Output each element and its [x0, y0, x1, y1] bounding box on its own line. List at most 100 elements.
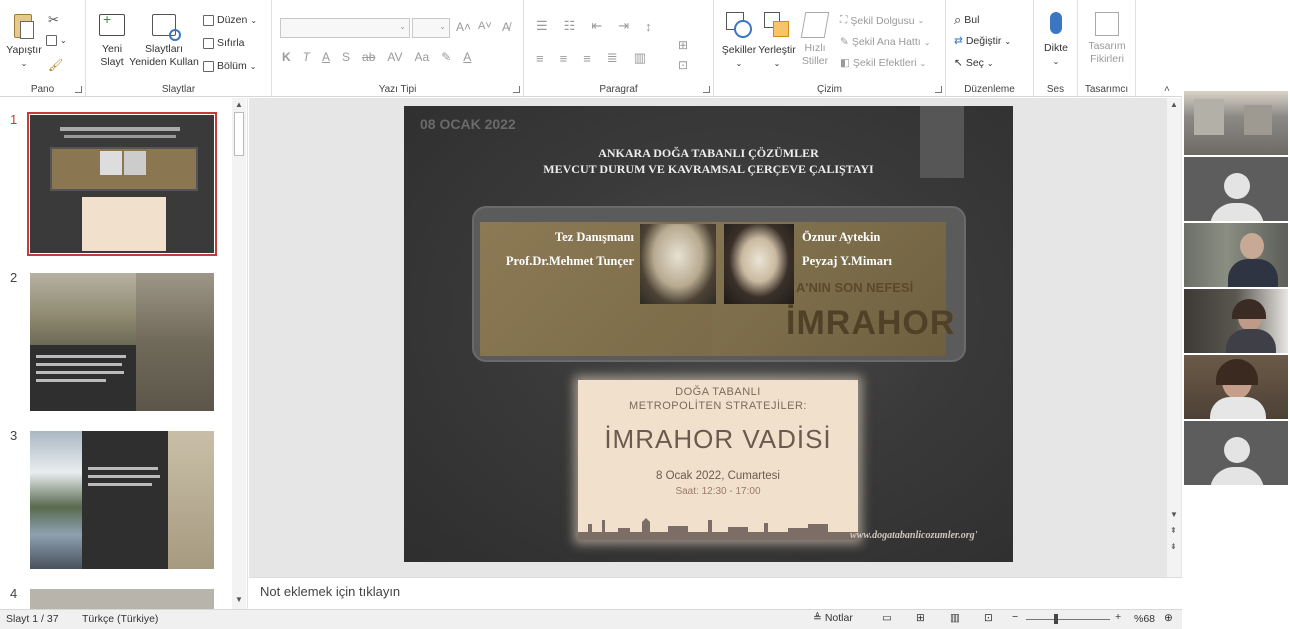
strikethrough-button[interactable]: ab — [362, 50, 375, 64]
status-bar: Slayt 1 / 37 Türkçe (Türkiye) ≜ Notlar ▭ … — [0, 609, 1182, 629]
scroll-up-icon[interactable]: ▲ — [235, 100, 243, 109]
zoom-in-icon[interactable]: + — [1115, 611, 1121, 623]
participant-tile[interactable] — [1184, 223, 1288, 287]
reset-button[interactable]: Sıfırla — [203, 37, 244, 49]
shrink-font-button[interactable]: A˅ — [478, 20, 492, 32]
font-name-dropdown[interactable]: ⌄ — [280, 18, 410, 38]
justify-icon[interactable]: ≣ — [607, 50, 618, 66]
font-color-icon[interactable]: A — [463, 50, 471, 64]
shape-outline-button[interactable]: ✎ Şekil Ana Hattı ⌄ — [840, 36, 930, 48]
italic-button[interactable]: T — [303, 50, 310, 64]
participant-tile[interactable] — [1184, 157, 1288, 221]
scroll-down-icon[interactable]: ▼ — [235, 595, 243, 604]
slide-sorter-icon[interactable]: ⊞ — [916, 612, 925, 624]
slideshow-icon[interactable]: ⊡ — [984, 612, 993, 624]
current-slide[interactable]: 08 OCAK 2022 ANKARA DOĞA TABANLI ÇÖZÜMLE… — [404, 106, 1013, 562]
design-ideas-label: Tasarım Fikirleri — [1088, 40, 1126, 65]
paste-label: Yapıştır — [6, 44, 42, 56]
select-button[interactable]: ↖ Seç ⌄ — [954, 57, 994, 69]
dictate-button[interactable]: Dikte ⌄ — [1036, 12, 1076, 68]
replace-button[interactable]: ⇄ Değiştir ⌄ — [954, 35, 1011, 47]
zoom-slider[interactable] — [1026, 614, 1110, 624]
group-pano: Yapıştır ⌄ ✂ ⌄ 🖌 Pano — [0, 0, 86, 97]
reset-label: Sıfırla — [217, 37, 245, 49]
notes-toggle[interactable]: ≜ Notlar — [813, 612, 853, 624]
increase-indent-icon[interactable]: ⇥ — [618, 18, 629, 34]
notes-placeholder[interactable]: Not eklemek için tıklayın — [260, 584, 400, 599]
scroll-down-icon[interactable]: ▼ — [1170, 510, 1178, 519]
arrange-button[interactable]: Yerleştir ⌄ — [758, 12, 796, 70]
smartart-icon[interactable]: ⊡ — [678, 58, 688, 72]
launcher-icon[interactable] — [75, 86, 82, 93]
find-button[interactable]: ⌕ Bul — [954, 12, 979, 28]
notes-pane[interactable]: Not eklemek için tıklayın — [249, 577, 1182, 609]
scroll-up-icon[interactable]: ▲ — [1170, 100, 1178, 109]
launcher-icon[interactable] — [513, 86, 520, 93]
layout-button[interactable]: Düzen ⌄ — [203, 14, 257, 26]
bold-button[interactable]: K — [282, 50, 291, 64]
group-label-paragraf: Paragraf — [599, 84, 638, 95]
launcher-icon[interactable] — [703, 86, 710, 93]
launcher-icon[interactable] — [935, 86, 942, 93]
participant-tile[interactable] — [1184, 289, 1288, 353]
format-painter-button[interactable]: 🖌 — [48, 58, 63, 72]
shape-effects-button[interactable]: ◧ Şekil Efektleri ⌄ — [840, 57, 926, 69]
group-ses: Dikte ⌄ Ses — [1034, 0, 1078, 97]
thumbnail-slide-1[interactable] — [30, 115, 214, 253]
language-indicator[interactable]: Türkçe (Türkiye) — [82, 613, 158, 625]
font-size-dropdown[interactable]: ⌄ — [412, 18, 450, 38]
line-spacing-icon[interactable]: ↕ — [645, 19, 652, 34]
reuse-slides-button[interactable]: Slaytları Yeniden Kullan — [128, 14, 200, 69]
thumbnail-slide-3[interactable] — [30, 431, 214, 569]
text-direction-icon[interactable]: ⊞ — [678, 38, 688, 52]
shadow-button[interactable]: S — [342, 50, 350, 64]
cut-button[interactable]: ✂ — [48, 12, 59, 28]
align-center-icon[interactable]: ≡ — [560, 51, 568, 66]
underline-button[interactable]: A — [322, 50, 330, 64]
group-yazi-tipi: ⌄ ⌄ A˄ A˅ A̸ K T A S ab AV Aa ✎ A Yazı T… — [272, 0, 524, 97]
thumbnail-slide-2[interactable] — [30, 273, 214, 411]
presenter-banner: Tez Danışmanı Prof.Dr.Mehmet Tunçer Öznu… — [472, 206, 966, 362]
canvas-scrollbar[interactable]: ▲ ▼ ⇞ ⇟ — [1167, 98, 1181, 577]
char-spacing-button[interactable]: AV — [387, 50, 402, 64]
reading-view-icon[interactable]: ▥ — [950, 612, 960, 624]
columns-icon[interactable]: ▥ — [634, 50, 646, 66]
fit-to-window-icon[interactable]: ⊕ — [1164, 612, 1173, 624]
align-right-icon[interactable]: ≡ — [583, 51, 591, 66]
section-button[interactable]: Bölüm ⌄ — [203, 60, 256, 72]
thumbnail-slide-4[interactable] — [30, 589, 214, 609]
new-slide-button[interactable]: + Yeni Slayt — [92, 12, 132, 69]
participant-tile[interactable] — [1184, 355, 1288, 419]
paste-button[interactable]: Yapıştır ⌄ — [4, 12, 44, 70]
shapes-button[interactable]: Şekiller ⌄ — [720, 12, 758, 70]
align-left-icon[interactable]: ≡ — [536, 51, 544, 66]
collapse-ribbon-icon[interactable]: ˄ — [1164, 84, 1170, 95]
change-case-button[interactable]: Aa — [415, 50, 430, 64]
shape-fill-button[interactable]: ⛶ Şekil Dolgusu ⌄ — [840, 14, 924, 27]
prev-slide-icon[interactable]: ⇞ — [1170, 526, 1177, 535]
event-poster: DOĞA TABANLI METROPOLİTEN STRATEJİLER: İ… — [578, 380, 858, 540]
next-slide-icon[interactable]: ⇟ — [1170, 542, 1177, 551]
section-icon — [203, 60, 214, 72]
zoom-out-icon[interactable]: − — [1012, 611, 1018, 623]
numbering-icon[interactable]: ☷ — [564, 18, 576, 34]
design-ideas-button[interactable]: Tasarım Fikirleri — [1082, 12, 1132, 66]
thumbnail-scrollbar[interactable]: ▲ ▼ — [232, 98, 246, 609]
zoom-slider-handle[interactable] — [1054, 614, 1058, 624]
highlight-icon[interactable]: ✎ — [441, 50, 451, 64]
quick-styles-button[interactable]: Hızlı Stiller — [796, 12, 834, 68]
normal-view-icon[interactable]: ▭ — [882, 612, 892, 624]
bullets-icon[interactable]: ☰ — [536, 18, 548, 34]
participant-tile[interactable] — [1184, 91, 1288, 155]
grow-font-button[interactable]: A˄ — [456, 20, 471, 34]
decrease-indent-icon[interactable]: ⇤ — [591, 18, 602, 34]
paste-icon — [12, 12, 36, 40]
author-name: Öznur Aytekin — [802, 230, 881, 244]
copy-button[interactable]: ⌄ — [46, 35, 67, 46]
scrollbar-thumb[interactable] — [234, 112, 244, 156]
new-slide-label: Yeni Slayt — [100, 43, 124, 68]
clear-format-button[interactable]: A̸ — [502, 20, 510, 34]
reset-icon — [203, 37, 214, 49]
zoom-level[interactable]: %68 — [1134, 613, 1155, 625]
participant-tile[interactable] — [1184, 421, 1288, 485]
